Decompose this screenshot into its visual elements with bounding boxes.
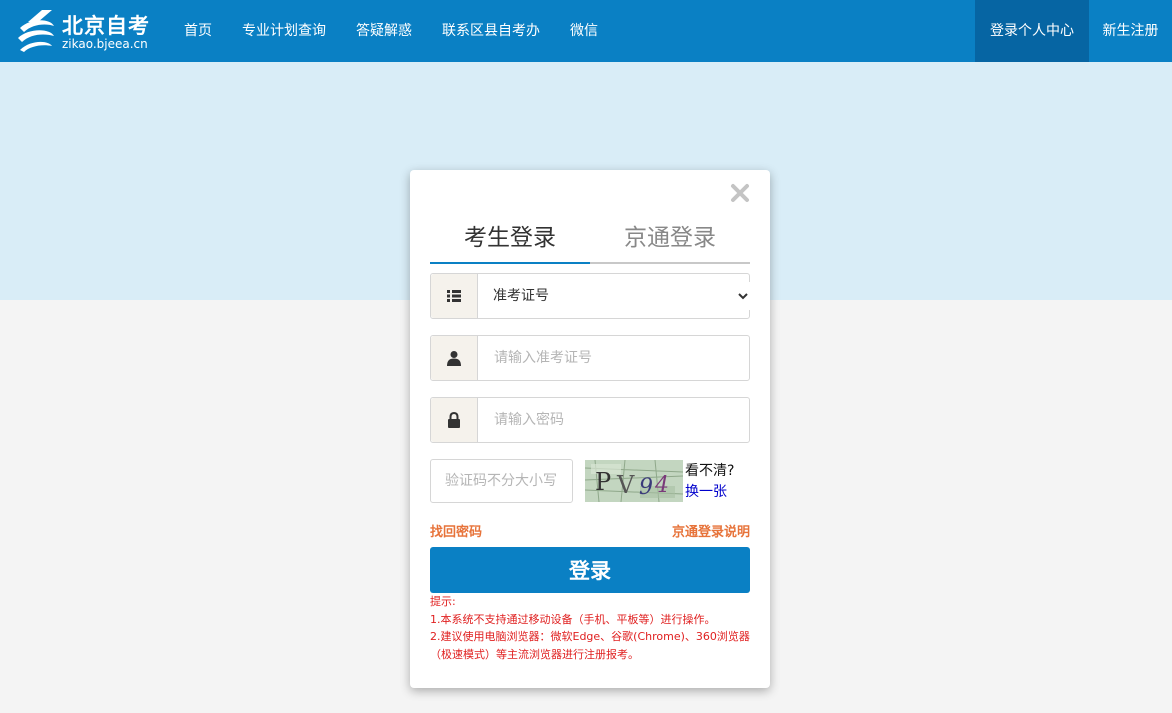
id-type-select[interactable]: 准考证号 <box>489 282 751 310</box>
password-field <box>430 397 750 443</box>
captcha-char-3: 9 <box>639 475 653 500</box>
nav-faq[interactable]: 答疑解惑 <box>356 0 412 62</box>
captcha-char-1: P <box>595 468 611 496</box>
nav-contact-district-office[interactable]: 联系区县自考办 <box>442 0 540 62</box>
password-input[interactable] <box>478 398 744 442</box>
captcha-image[interactable]: P V 9 4 <box>585 460 683 502</box>
lock-icon <box>448 412 460 428</box>
captcha-hint-text: 看不清? <box>685 463 735 479</box>
captcha-refresh-link[interactable]: 换一张 <box>685 481 727 501</box>
user-icon <box>447 351 461 366</box>
tab-jingtong-login[interactable]: 京通登录 <box>590 218 750 262</box>
tips-line-1: 1.本系统不支持通过移动设备（手机、平板等）进行操作。 <box>430 612 716 626</box>
captcha-char-4: 4 <box>654 473 669 498</box>
password-icon-box <box>431 398 478 442</box>
id-type-field: 准考证号 <box>430 273 751 319</box>
captcha-char-2: V <box>616 471 635 499</box>
login-dialog: 考生登录 京通登录 准考证号 请输入准考证号 验证码不分大小写 P V 9 4 … <box>410 170 770 688</box>
tips-title: 提示: <box>430 595 456 608</box>
nav-home[interactable]: 首页 <box>184 0 212 62</box>
tips-line-2: 2.建议使用电脑浏览器：微软Edge、谷歌(Chrome)、360浏览器（极速模… <box>430 630 750 661</box>
jingtong-login-help-link[interactable]: 京通登录说明 <box>672 521 750 540</box>
exam-id-icon-box <box>431 336 478 380</box>
login-button[interactable]: 登录 <box>430 547 750 593</box>
nav-new-student-register[interactable]: 新生注册 <box>1089 0 1172 62</box>
find-password-link[interactable]: 找回密码 <box>430 521 482 540</box>
site-logo[interactable]: 北京自考 zikao.bjeea.cn <box>16 8 156 56</box>
exam-id-field <box>430 335 750 381</box>
tips-box: 提示: 1.本系统不支持通过移动设备（手机、平板等）进行操作。 2.建议使用电脑… <box>430 593 752 663</box>
list-icon <box>447 290 461 302</box>
close-icon[interactable] <box>730 183 750 203</box>
exam-id-input[interactable] <box>478 336 744 380</box>
top-navigation-bar: 北京自考 zikao.bjeea.cn 首页 专业计划查询 答疑解惑 联系区县自… <box>0 0 1172 62</box>
nav-wechat[interactable]: 微信 <box>570 0 598 62</box>
tab-student-login[interactable]: 考生登录 <box>430 218 590 264</box>
login-tabs: 考生登录 京通登录 <box>430 218 750 264</box>
logo-title: 北京自考 <box>62 14 150 38</box>
captcha-input[interactable] <box>430 459 573 503</box>
id-type-icon-box <box>431 274 478 318</box>
logo-url: zikao.bjeea.cn <box>62 37 148 51</box>
nav-major-plan-query[interactable]: 专业计划查询 <box>242 0 326 62</box>
logo-mark-icon <box>18 10 54 52</box>
nav-login-personal-center[interactable]: 登录个人中心 <box>975 0 1089 62</box>
